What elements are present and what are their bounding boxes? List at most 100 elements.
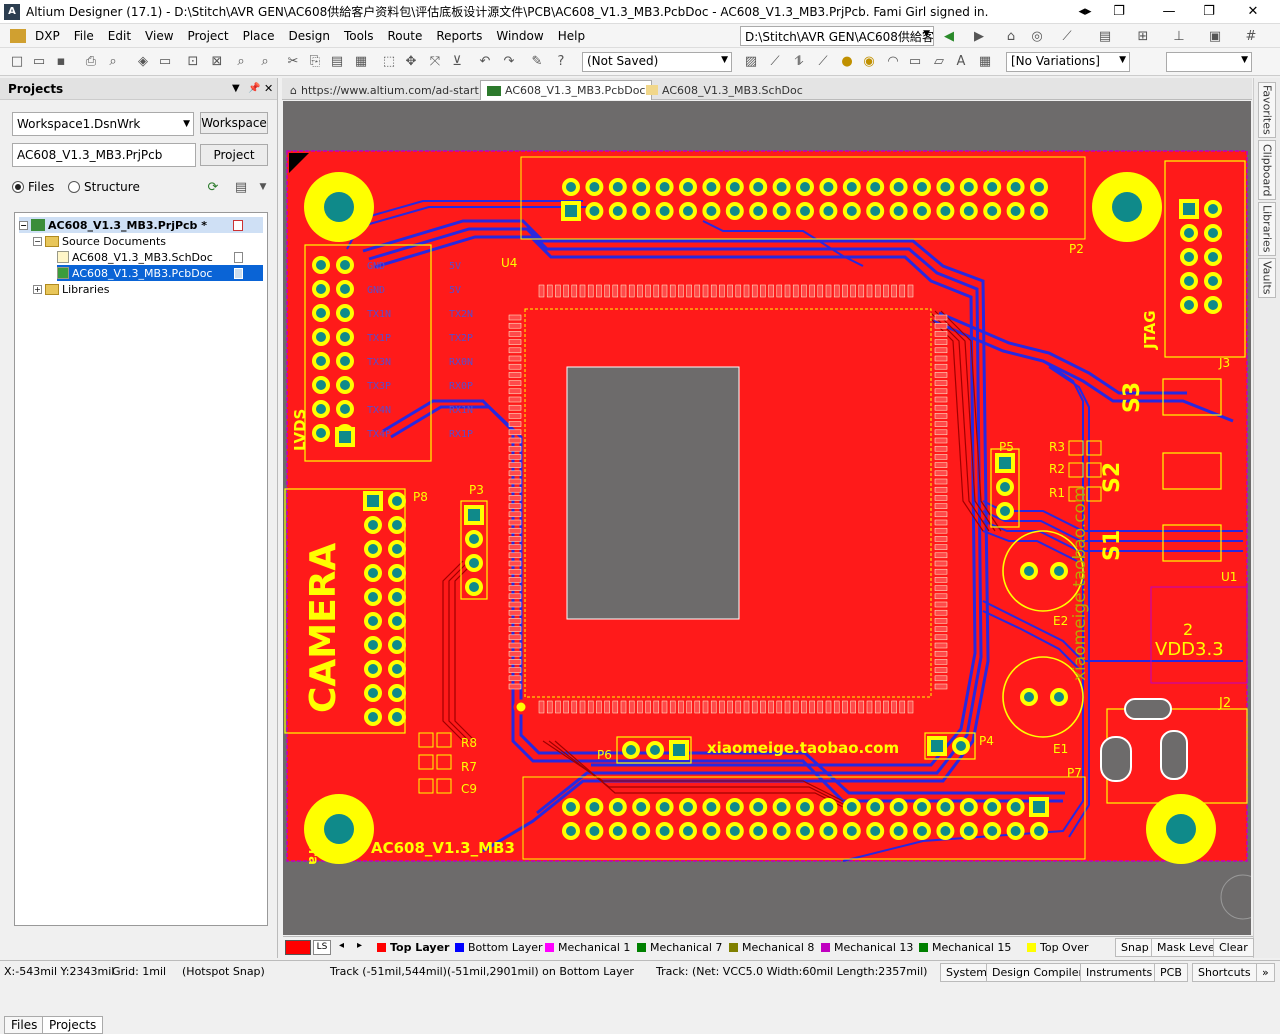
zoom-selected-icon[interactable]: ⌕ xyxy=(232,52,250,70)
project-button[interactable]: Project xyxy=(200,144,268,166)
layer-tab-mechanical-1[interactable]: Mechanical 1 xyxy=(545,941,630,954)
home-icon[interactable]: ⌂ xyxy=(1002,27,1020,45)
radio-files[interactable]: Files xyxy=(12,180,54,194)
print-icon[interactable]: ⎙ xyxy=(82,52,100,70)
collapse-icon[interactable]: − xyxy=(33,236,42,246)
refresh-project-icon[interactable]: ⟳ xyxy=(204,178,222,196)
project-combo[interactable]: AC608_V1.3_MB3.PrjPcb xyxy=(12,143,196,167)
copy-icon[interactable]: ⎘ xyxy=(306,52,324,70)
grid-icon[interactable]: # xyxy=(1242,27,1260,45)
tab-pcbdoc[interactable]: AC608_V1.3_MB3.PcbDoc xyxy=(480,80,653,100)
folder-icon[interactable]: ▭ xyxy=(156,52,174,70)
instruments-button[interactable]: Instruments xyxy=(1080,963,1159,982)
menu-dxp[interactable]: DXP xyxy=(28,25,67,47)
workspace-combo[interactable]: Workspace1.DsnWrk ▼ xyxy=(12,112,194,136)
variations-combo[interactable]: [No Variations] ▼ xyxy=(1006,52,1130,72)
pcb-canvas[interactable]: AC608_V1.3_MB3 xiaomeige.taobao.com U4 P… xyxy=(283,101,1251,935)
multi-route-icon[interactable]: ⥮ xyxy=(790,52,808,70)
clear-filter-icon[interactable]: ⊻ xyxy=(448,52,466,70)
move-icon[interactable]: ✥ xyxy=(402,52,420,70)
zoom-area-icon[interactable]: ⊠ xyxy=(208,52,226,70)
tab-projects[interactable]: Projects xyxy=(42,1016,104,1034)
restore-panel-icon[interactable]: ❐ xyxy=(1102,0,1136,22)
more-icon[interactable]: » xyxy=(1256,963,1275,982)
radio-files-dot[interactable] xyxy=(12,181,24,193)
panel-menu-icon[interactable]: ▼ xyxy=(232,83,240,94)
layer-scroll-left-icon[interactable]: ◂ xyxy=(339,940,344,951)
tree-pcbdoc[interactable]: AC608_V1.3_MB3.PcbDoc xyxy=(57,265,263,281)
new-icon[interactable]: □ xyxy=(8,52,26,70)
print-preview-icon[interactable]: ⌕ xyxy=(104,52,122,70)
snap-button[interactable]: Snap xyxy=(1115,938,1155,957)
cut-icon[interactable]: ✂ xyxy=(284,52,302,70)
component-icon[interactable]: ⊞ xyxy=(1134,27,1152,45)
menu-project[interactable]: Project xyxy=(181,25,236,47)
open-icon[interactable]: ▭ xyxy=(30,52,48,70)
layer-set-button[interactable]: LS xyxy=(313,940,331,955)
menu-route[interactable]: Route xyxy=(381,25,430,47)
maximize-button[interactable]: ❐ xyxy=(1192,0,1226,22)
zoom-filter-icon[interactable]: ⌕ xyxy=(256,52,274,70)
extra-combo[interactable]: ▼ xyxy=(1166,52,1252,72)
interactive-route-icon[interactable]: ▨ xyxy=(742,52,760,70)
3d-icon[interactable]: ◈ xyxy=(134,52,152,70)
arrange-icon[interactable]: ▣ xyxy=(1206,27,1224,45)
tab-libraries[interactable]: Libraries xyxy=(1258,202,1276,256)
workspace-button[interactable]: Workspace xyxy=(200,112,268,134)
back-icon[interactable]: ◀ xyxy=(940,27,958,45)
layer-tab-mechanical-7[interactable]: Mechanical 7 xyxy=(637,941,722,954)
tree-libraries[interactable]: + Libraries xyxy=(33,281,110,297)
tab-files[interactable]: Files xyxy=(4,1016,45,1034)
zoom-fit-icon[interactable]: ⊡ xyxy=(184,52,202,70)
clear-button[interactable]: Clear xyxy=(1213,938,1254,957)
deselect-icon[interactable]: ⤧ xyxy=(426,52,444,70)
undo-icon[interactable]: ↶ xyxy=(476,52,494,70)
query-icon[interactable]: ? xyxy=(552,52,570,70)
wire-tool-icon[interactable]: ⟋ xyxy=(1058,27,1076,45)
layer-tab-top-layer[interactable]: Top Layer xyxy=(377,941,449,954)
tab-clipboard[interactable]: Clipboard xyxy=(1258,140,1276,200)
arc-icon[interactable]: ◠ xyxy=(884,52,902,70)
paste-icon[interactable]: ▤ xyxy=(328,52,346,70)
tab-home-page[interactable]: ⌂ https://www.altium.com/ad-start xyxy=(284,80,485,100)
tree-source-folder[interactable]: − Source Documents xyxy=(33,233,166,249)
path-combo[interactable]: D:\Stitch\AVR GEN\AC608供給客户 ▼ xyxy=(740,26,934,46)
polygon-icon[interactable]: ▱ xyxy=(930,52,948,70)
menu-design[interactable]: Design xyxy=(282,25,337,47)
tree-project[interactable]: − AC608_V1.3_MB3.PrjPcb * xyxy=(19,217,263,233)
component-place-icon[interactable]: ▦ xyxy=(976,52,994,70)
pcb-drawing[interactable]: AC608_V1.3_MB3 xiaomeige.taobao.com U4 P… xyxy=(283,101,1251,935)
layer-tab-mechanical-8[interactable]: Mechanical 8 xyxy=(729,941,814,954)
fill-icon[interactable]: ▭ xyxy=(906,52,924,70)
close-button[interactable]: ✕ xyxy=(1236,0,1270,22)
layer-tab-bottom-layer[interactable]: Bottom Layer xyxy=(455,941,543,954)
layer-tab-mechanical-13[interactable]: Mechanical 13 xyxy=(821,941,913,954)
layer-tab-top-over[interactable]: Top Over xyxy=(1027,941,1089,954)
layer-tab-mechanical-15[interactable]: Mechanical 15 xyxy=(919,941,1011,954)
pcb-button[interactable]: PCB xyxy=(1154,963,1188,982)
diff-pair-icon[interactable]: ⟋ xyxy=(766,52,784,70)
panel-close-icon[interactable]: ✕ xyxy=(264,82,273,95)
tree-schdoc[interactable]: AC608_V1.3_MB3.SchDoc xyxy=(57,249,263,265)
project-options-icon[interactable]: ▤ xyxy=(232,178,250,196)
tab-schdoc[interactable]: AC608_V1.3_MB3.SchDoc xyxy=(640,80,809,100)
menu-view[interactable]: View xyxy=(138,25,180,47)
rubber-stamp-icon[interactable]: ▦ xyxy=(352,52,370,70)
radio-structure[interactable]: Structure xyxy=(68,180,140,194)
menu-edit[interactable]: Edit xyxy=(101,25,138,47)
forward-icon[interactable]: ▶ xyxy=(970,27,988,45)
cross-probe-icon[interactable]: ✎ xyxy=(528,52,546,70)
minimize-button[interactable]: — xyxy=(1152,0,1186,22)
project-options-dropdown-icon[interactable]: ▼ xyxy=(254,178,272,196)
pin-icon[interactable]: 📌 xyxy=(248,83,260,94)
redo-icon[interactable]: ↷ xyxy=(500,52,518,70)
menu-tools[interactable]: Tools xyxy=(337,25,381,47)
expand-icon[interactable]: + xyxy=(33,284,42,294)
via-icon[interactable]: ◉ xyxy=(860,52,878,70)
tab-vaults[interactable]: Vaults xyxy=(1258,258,1276,298)
align-icon[interactable]: ▤ xyxy=(1096,27,1114,45)
string-text-icon[interactable]: A xyxy=(952,52,970,70)
select-area-icon[interactable]: ⬚ xyxy=(380,52,398,70)
menu-help[interactable]: Help xyxy=(551,25,592,47)
pad-icon[interactable]: ● xyxy=(838,52,856,70)
